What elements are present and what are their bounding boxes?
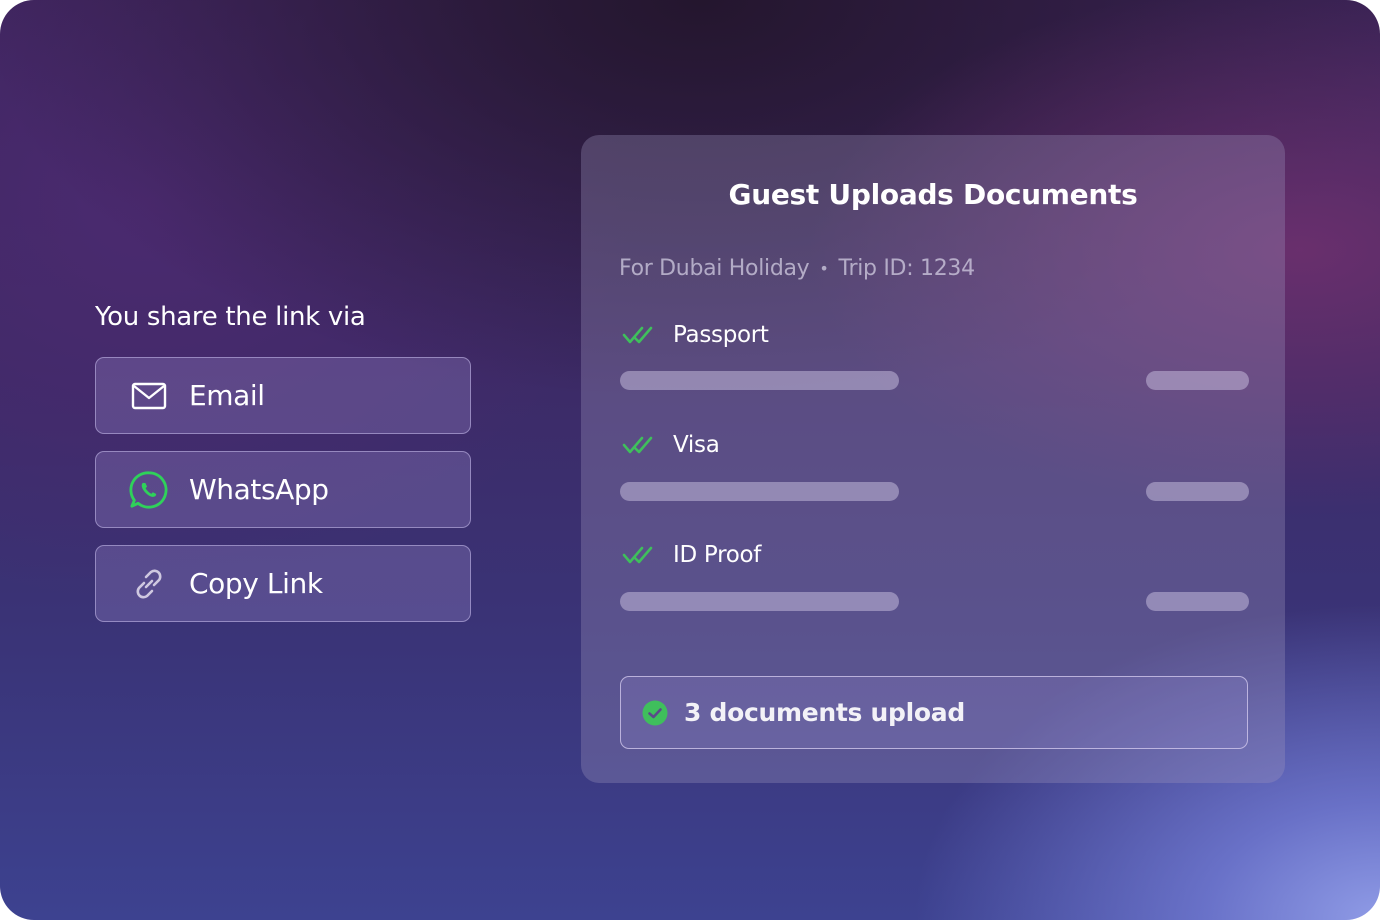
double-check-icon — [622, 546, 653, 564]
document-progress-bar — [620, 371, 899, 390]
card-title: Guest Uploads Documents — [728, 178, 1138, 211]
whatsapp-label: WhatsApp — [189, 473, 329, 506]
copy-link-button[interactable]: Copy Link — [95, 545, 471, 622]
meta-separator: • — [819, 259, 829, 278]
document-item-visa: Visa — [622, 432, 720, 458]
double-check-icon — [622, 326, 653, 344]
trip-id: Trip ID: 1234 — [838, 256, 976, 281]
email-label: Email — [189, 379, 265, 412]
document-size-bar — [1146, 371, 1249, 390]
document-size-bar — [1146, 592, 1249, 611]
whatsapp-icon — [129, 470, 169, 510]
document-label: Visa — [673, 432, 720, 458]
document-size-bar — [1146, 482, 1249, 501]
mail-icon — [129, 376, 169, 416]
canvas: You share the link via Email WhatsApp Co… — [0, 0, 1380, 920]
document-label: ID Proof — [673, 542, 762, 568]
document-item-passport: Passport — [622, 322, 769, 348]
copy-link-label: Copy Link — [189, 567, 323, 600]
document-progress-bar — [620, 482, 899, 501]
document-item-id-proof: ID Proof — [622, 542, 761, 568]
trip-meta: For Dubai Holiday • Trip ID: 1234 — [619, 256, 975, 281]
whatsapp-share-button[interactable]: WhatsApp — [95, 451, 471, 528]
document-progress-bar — [620, 592, 899, 611]
double-check-icon — [622, 436, 653, 454]
trip-name: For Dubai Holiday — [619, 256, 810, 281]
check-circle-icon — [642, 700, 668, 725]
upload-status-banner: 3 documents upload — [620, 676, 1248, 749]
document-label: Passport — [673, 322, 769, 348]
email-share-button[interactable]: Email — [95, 357, 471, 434]
upload-status-text: 3 documents upload — [684, 698, 965, 727]
share-heading: You share the link via — [95, 302, 366, 332]
link-icon — [129, 564, 169, 604]
